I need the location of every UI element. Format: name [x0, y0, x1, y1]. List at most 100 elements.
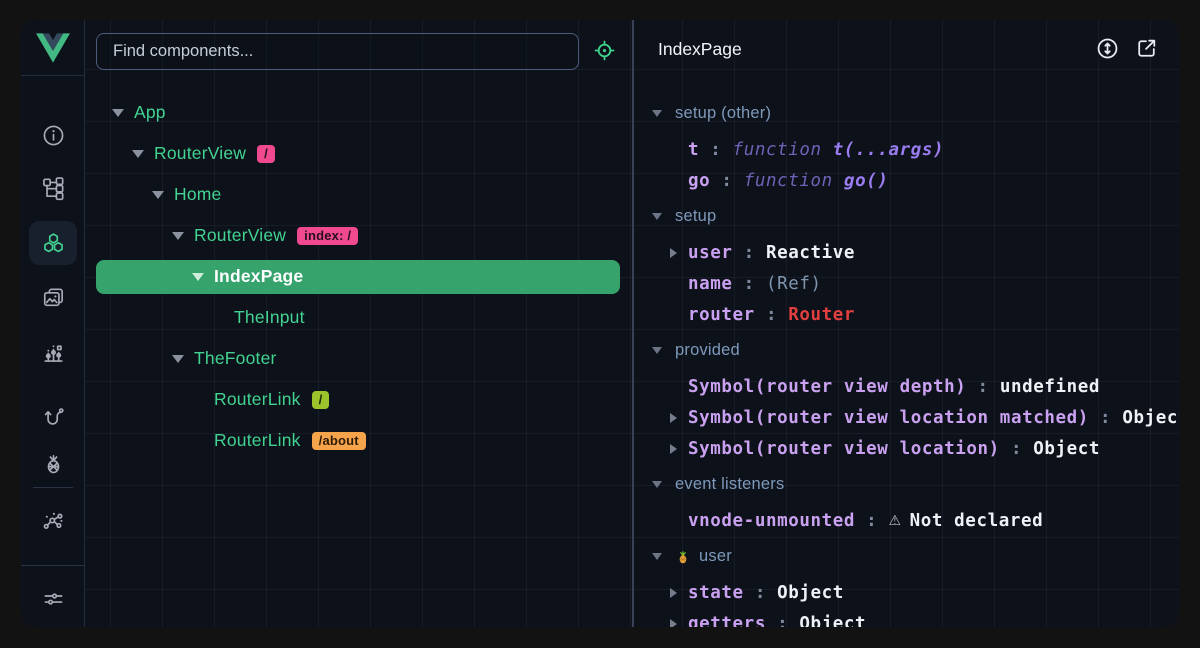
tree-row-routerlink-7[interactable]: RouterLink /: [96, 379, 620, 420]
route-badge: index: /: [297, 227, 358, 245]
state-key: state: [688, 583, 744, 603]
timeline-icon[interactable]: [29, 330, 77, 374]
colon-separator: :: [966, 377, 999, 397]
tree-row-routerlink-8[interactable]: RouterLink/about: [96, 420, 620, 461]
state-row-symbol-router-view-location-[interactable]: Symbol(router view location) : Object: [634, 433, 1179, 464]
route-badge: /: [312, 391, 330, 409]
tree-row-theinput-5[interactable]: TheInput: [96, 297, 620, 338]
section-header-setup-other-[interactable]: setup (other): [634, 98, 1179, 129]
tree-toggle-icon[interactable]: [152, 191, 174, 199]
assets-icon[interactable]: [29, 276, 77, 320]
state-key: name: [688, 274, 733, 294]
state-key: getters: [688, 614, 766, 628]
state-key: Symbol(router view location): [688, 439, 1000, 459]
component-name: RouterLink: [214, 389, 301, 410]
function-signature: t(...args): [833, 140, 944, 160]
colon-separator: :: [755, 305, 788, 325]
function-signature: go(): [844, 171, 889, 191]
tree-toggle-icon[interactable]: [172, 232, 194, 240]
pages-tree-icon[interactable]: [29, 166, 77, 210]
tree-row-routerview-1[interactable]: RouterView/: [96, 133, 620, 174]
section-label: provided: [675, 341, 740, 360]
state-key: user: [688, 243, 733, 263]
state-value: Not declared: [910, 511, 1044, 531]
function-keyword: function: [733, 140, 833, 160]
inspector-title: IndexPage: [658, 39, 742, 60]
state-row-vnode-unmounted[interactable]: vnode-unmounted : ⚠ Not declared: [634, 505, 1179, 536]
state-row-user[interactable]: user : Reactive: [634, 237, 1179, 268]
tree-toggle-icon[interactable]: [192, 273, 214, 281]
state-key: go: [688, 171, 710, 191]
component-name: TheInput: [234, 307, 305, 328]
section-label: setup (other): [675, 104, 771, 123]
expand-arrow-icon[interactable]: [670, 588, 688, 598]
chevron-down-icon: [172, 355, 184, 363]
state-row-go[interactable]: go : function go(): [634, 165, 1179, 196]
warning-icon: ⚠: [888, 513, 901, 529]
chevron-right-icon: [670, 444, 677, 454]
state-key: Symbol(router view depth): [688, 377, 966, 397]
state-row-t[interactable]: t : function t(...args): [634, 134, 1179, 165]
inspector-body: setup (other)t : function t(...args)go :…: [634, 93, 1179, 627]
state-row-getters[interactable]: getters : Object: [634, 608, 1179, 627]
state-row-name[interactable]: name : (Ref): [634, 268, 1179, 299]
colon-separator: :: [733, 243, 766, 263]
state-key: router: [688, 305, 755, 325]
open-in-editor-icon[interactable]: [1134, 36, 1159, 61]
tree-row-home-2[interactable]: Home: [96, 174, 620, 215]
state-row-state[interactable]: state : Object: [634, 577, 1179, 608]
scroll-to-component-icon[interactable]: [1095, 36, 1120, 61]
router-icon[interactable]: [29, 396, 77, 440]
chevron-down-icon: [652, 553, 662, 560]
state-row-symbol-router-view-depth-[interactable]: Symbol(router view depth) : undefined: [634, 371, 1179, 402]
section-label: event listeners: [675, 475, 784, 494]
expand-arrow-icon[interactable]: [670, 248, 688, 258]
state-row-router[interactable]: router : Router: [634, 299, 1179, 330]
state-value: Router: [788, 305, 855, 325]
tree-row-routerview-3[interactable]: RouterViewindex: /: [96, 215, 620, 256]
component-name: RouterView: [154, 143, 246, 164]
devtools-window: AppRouterView/HomeRouterViewindex: /Inde…: [21, 20, 1179, 627]
expand-arrow-icon[interactable]: [670, 619, 688, 628]
state-value: Object: [1122, 408, 1179, 428]
graph-icon[interactable]: [29, 498, 77, 542]
section-header-user[interactable]: user: [634, 541, 1179, 572]
chevron-down-icon: [152, 191, 164, 199]
pinia-icon[interactable]: [29, 441, 77, 485]
colon-separator: :: [733, 274, 766, 294]
chevron-right-icon: [670, 413, 677, 423]
tree-row-thefooter-6[interactable]: TheFooter: [96, 338, 620, 379]
section-label: user: [699, 547, 732, 566]
section-header-setup[interactable]: setup: [634, 201, 1179, 232]
state-row-symbol-router-view-location-matched-[interactable]: Symbol(router view location matched) : O…: [634, 402, 1179, 433]
expand-arrow-icon[interactable]: [670, 413, 688, 423]
state-value: (Ref): [766, 274, 822, 294]
colon-separator: :: [855, 511, 888, 531]
tree-row-app-0[interactable]: App: [96, 92, 620, 133]
state-value: Reactive: [766, 243, 855, 263]
chevron-down-icon: [192, 273, 204, 281]
colon-separator: :: [1000, 439, 1033, 459]
colon-separator: :: [699, 140, 732, 160]
info-icon[interactable]: [29, 113, 77, 157]
section-header-provided[interactable]: provided: [634, 335, 1179, 366]
chevron-down-icon: [652, 481, 662, 488]
component-name: RouterLink: [214, 430, 301, 451]
component-name: App: [134, 102, 166, 123]
section-header-event-listeners[interactable]: event listeners: [634, 469, 1179, 500]
chevron-right-icon: [670, 588, 677, 598]
state-key: vnode-unmounted: [688, 511, 855, 531]
settings-icon[interactable]: [29, 576, 77, 620]
chevron-down-icon: [112, 109, 124, 117]
colon-separator: :: [710, 171, 743, 191]
expand-arrow-icon[interactable]: [670, 444, 688, 454]
tree-toggle-icon[interactable]: [172, 355, 194, 363]
component-inspector: IndexPage setup (other) t : function t(..…: [634, 20, 1179, 627]
tree-toggle-icon[interactable]: [132, 150, 154, 158]
components-icon[interactable]: [29, 221, 77, 265]
colon-separator: :: [744, 583, 777, 603]
tree-row-indexpage-4[interactable]: IndexPage: [96, 260, 620, 294]
chevron-down-icon: [652, 347, 662, 354]
route-badge: /about: [312, 432, 366, 450]
tree-toggle-icon[interactable]: [112, 109, 134, 117]
